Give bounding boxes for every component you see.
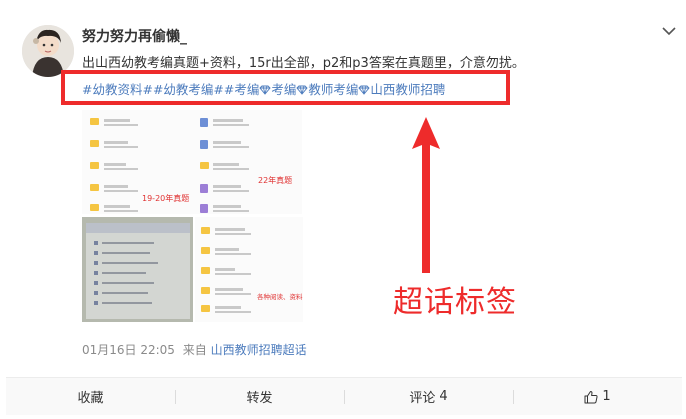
tag-link[interactable]: 考编 xyxy=(259,82,296,97)
supertopic-icon xyxy=(358,83,371,95)
post-timestamp[interactable]: 01月16日 22:05 xyxy=(82,343,175,357)
supertopic-icon xyxy=(296,83,309,95)
image-label: 各种阅读、资料 xyxy=(257,292,303,301)
like-count: 1 xyxy=(602,389,611,404)
weibo-post-card: 努力努力再偷懒_ 出山西幼教考编真题+资料，15r出全部，p2和p3答案在真题里… xyxy=(0,0,686,419)
forward-button[interactable]: 转发 xyxy=(175,378,344,415)
tag-list: #幼教资料##幼教考编##考编 考编 教师考编 山西教师招聘 xyxy=(82,79,445,98)
post-image-2[interactable] xyxy=(82,217,193,322)
tag-link[interactable]: #幼教考编# xyxy=(153,82,224,97)
post-image-3[interactable]: 各种阅读、资料 xyxy=(195,217,303,322)
post-meta: 01月16日 22:05 来自 山西教师招聘超话 xyxy=(82,341,307,358)
comment-button[interactable]: 评论 4 xyxy=(344,378,513,415)
tag-link[interactable]: #幼教资料# xyxy=(82,82,153,97)
comment-label: 评论 xyxy=(409,391,436,406)
tag-link[interactable]: #考编 xyxy=(224,82,259,97)
like-button[interactable]: 1 xyxy=(513,378,682,415)
from-label: 来自 xyxy=(182,343,207,357)
forward-label: 转发 xyxy=(246,391,273,406)
collect-label: 收藏 xyxy=(77,391,104,406)
collect-button[interactable]: 收藏 xyxy=(6,378,175,415)
supertopic-icon xyxy=(259,83,271,95)
post-image-1[interactable]: 19-20年真题 22年真题 xyxy=(82,110,302,214)
comment-count: 4 xyxy=(439,389,448,404)
annotation-label: 超话标签 xyxy=(393,285,517,320)
thumbs-up-icon xyxy=(584,390,598,403)
action-bar: 收藏 转发 评论 4 1 xyxy=(6,377,682,415)
chevron-down-icon[interactable] xyxy=(660,22,678,40)
username[interactable]: 努力努力再偷懒_ xyxy=(82,26,187,46)
image-label-left: 19-20年真题 xyxy=(142,193,189,203)
tag-link[interactable]: 教师考编 xyxy=(296,82,358,97)
post-content: 出山西幼教考编真题+资料，15r出全部，p2和p3答案在真题里，介意勿扰。 xyxy=(82,56,525,71)
image-label-right: 22年真题 xyxy=(258,175,292,185)
post-source[interactable]: 山西教师招聘超话 xyxy=(211,343,307,357)
annotation-arrow xyxy=(404,115,448,279)
tag-link[interactable]: 山西教师招聘 xyxy=(358,82,445,97)
